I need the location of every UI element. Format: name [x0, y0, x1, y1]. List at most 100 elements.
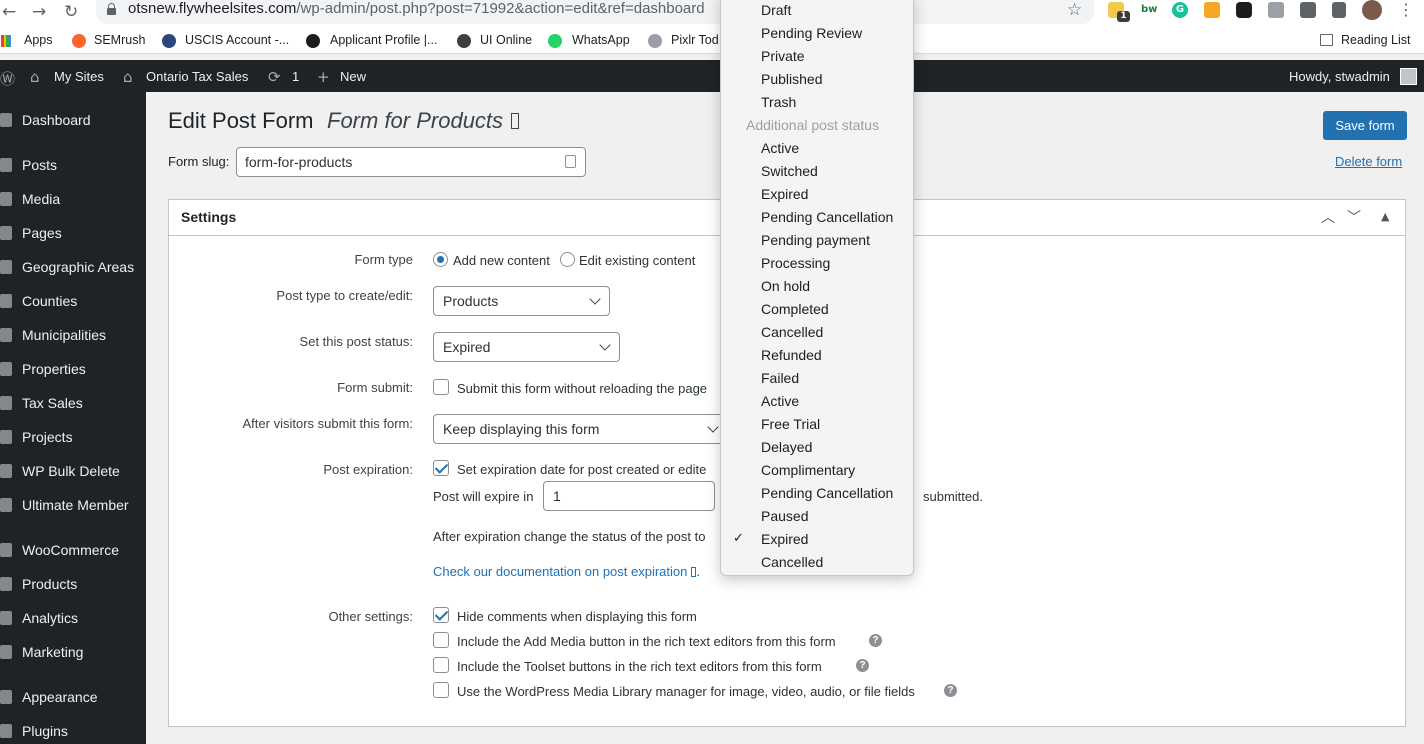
chrome-profile-avatar[interactable] — [1362, 0, 1382, 20]
delete-form-link[interactable]: Delete form — [1335, 154, 1402, 169]
reading-list-button[interactable]: Reading List — [1341, 33, 1411, 47]
dropdown-option-draft[interactable]: Draft — [761, 2, 791, 18]
post-type-select[interactable]: Products — [433, 286, 610, 316]
wordpress-logo-icon[interactable]: Ⓦ — [0, 68, 15, 89]
grammarly-icon[interactable]: G — [1172, 2, 1188, 18]
dropdown-option-pending-payment[interactable]: Pending payment — [761, 232, 870, 248]
site-name-link[interactable]: Ontario Tax Sales — [146, 69, 248, 84]
media-library-label[interactable]: Use the WordPress Media Library manager … — [457, 684, 915, 699]
dropdown-option-complimentary[interactable]: Complimentary — [761, 462, 855, 478]
add-media-button-label[interactable]: Include the Add Media button in the rich… — [457, 634, 836, 649]
password-manager-icon[interactable] — [565, 155, 576, 168]
sidebar-item-dashboard[interactable]: Dashboard — [0, 106, 146, 136]
move-down-icon[interactable]: ﹀ — [1347, 207, 1361, 227]
dropdown-option-switched[interactable]: Switched — [761, 163, 818, 179]
dropdown-option-cancelled-2[interactable]: Cancelled — [761, 554, 823, 570]
edit-existing-content-label[interactable]: Edit existing content — [579, 253, 695, 268]
plus-icon[interactable]: + — [317, 68, 330, 86]
dropdown-option-paused[interactable]: Paused — [761, 508, 808, 524]
sidebar-item-products[interactable]: Products — [0, 570, 146, 600]
add-new-content-label[interactable]: Add new content — [453, 253, 550, 268]
post-status-select[interactable]: Expired — [433, 332, 620, 362]
dropdown-option-processing[interactable]: Processing — [761, 255, 830, 271]
after-submit-select[interactable]: Keep displaying this form — [433, 414, 728, 444]
dropdown-option-cancelled[interactable]: Cancelled — [761, 324, 823, 340]
help-icon[interactable]: ? — [944, 684, 957, 697]
submit-without-reload-checkbox[interactable] — [433, 379, 449, 395]
my-sites-link[interactable]: My Sites — [54, 69, 104, 84]
user-avatar[interactable] — [1400, 68, 1417, 85]
dropdown-option-pending-review[interactable]: Pending Review — [761, 25, 862, 41]
dropdown-option-private[interactable]: Private — [761, 48, 805, 64]
extension-hex-icon[interactable] — [1236, 2, 1252, 18]
expire-amount-input[interactable] — [543, 481, 715, 511]
dropdown-option-on-hold[interactable]: On hold — [761, 278, 810, 294]
dropdown-option-pending-cancellation-2[interactable]: Pending Cancellation — [761, 485, 893, 501]
my-sites-icon[interactable]: ⌂ — [30, 68, 40, 86]
set-expiration-label[interactable]: Set expiration date for post created or … — [457, 462, 706, 477]
expiration-docs-link[interactable]: Check our documentation on post expirati… — [433, 564, 700, 579]
toolset-buttons-checkbox[interactable] — [433, 657, 449, 673]
bookmark-apps[interactable]: Apps — [24, 33, 53, 47]
edit-title-icon[interactable] — [511, 113, 519, 129]
save-form-button[interactable]: Save form — [1323, 111, 1407, 140]
collapse-toggle-icon[interactable]: ▲ — [1381, 210, 1389, 223]
bookmark-whatsapp[interactable]: WhatsApp — [572, 33, 630, 47]
sidebar-item-municipalities[interactable]: Municipalities — [0, 321, 146, 351]
sidebar-item-media[interactable]: Media — [0, 185, 146, 215]
submit-without-reload-label[interactable]: Submit this form without reloading the p… — [457, 381, 707, 396]
extension-bw-icon[interactable]: bw — [1141, 2, 1157, 18]
sidebar-item-marketing[interactable]: Marketing — [0, 638, 146, 668]
dropdown-option-active[interactable]: Active — [761, 140, 799, 156]
media-library-checkbox[interactable] — [433, 682, 449, 698]
dropdown-option-refunded[interactable]: Refunded — [761, 347, 822, 363]
dropdown-option-pending-cancellation[interactable]: Pending Cancellation — [761, 209, 893, 225]
updates-icon[interactable]: ⟳ — [268, 68, 281, 86]
sidebar-item-tax-sales[interactable]: Tax Sales — [0, 389, 146, 419]
sidebar-item-properties[interactable]: Properties — [0, 355, 146, 385]
back-arrow-icon[interactable]: ← — [2, 2, 16, 22]
sidebar-item-woocommerce[interactable]: WooCommerce — [0, 536, 146, 566]
add-new-content-radio[interactable] — [433, 252, 448, 267]
bookmark-uscis[interactable]: USCIS Account -... — [185, 33, 289, 47]
sidebar-item-appearance[interactable]: Appearance — [0, 683, 146, 713]
forward-arrow-icon[interactable]: → — [32, 2, 46, 22]
sidebar-item-geographic-areas[interactable]: Geographic Areas — [0, 253, 146, 283]
dropdown-option-expired-selected[interactable]: Expired — [761, 531, 808, 547]
updates-count[interactable]: 1 — [292, 69, 299, 84]
url-text[interactable]: otsnew.flywheelsites.com/wp-admin/post.p… — [128, 0, 705, 17]
home-icon[interactable]: ⌂ — [123, 68, 133, 86]
dropdown-option-active-2[interactable]: Active — [761, 393, 799, 409]
form-slug-input[interactable] — [236, 147, 586, 177]
reload-icon[interactable]: ↻ — [64, 2, 78, 22]
sidebar-item-ultimate-member[interactable]: Ultimate Member — [0, 491, 146, 521]
hide-comments-label[interactable]: Hide comments when displaying this form — [457, 609, 697, 624]
sidebar-item-projects[interactable]: Projects — [0, 423, 146, 453]
dropdown-option-delayed[interactable]: Delayed — [761, 439, 812, 455]
toolset-buttons-label[interactable]: Include the Toolset buttons in the rich … — [457, 659, 822, 674]
dropdown-option-completed[interactable]: Completed — [761, 301, 829, 317]
extension-honey-icon[interactable] — [1204, 2, 1220, 18]
new-content-link[interactable]: New — [340, 69, 366, 84]
hide-comments-checkbox[interactable] — [433, 607, 449, 623]
bookmark-star-icon[interactable]: ☆ — [1067, 0, 1082, 20]
howdy-user-link[interactable]: Howdy, stwadmin — [1289, 69, 1390, 84]
dropdown-option-published[interactable]: Published — [761, 71, 823, 87]
help-icon[interactable]: ? — [869, 634, 882, 647]
dropdown-option-free-trial[interactable]: Free Trial — [761, 416, 820, 432]
sidebar-item-plugins[interactable]: Plugins — [0, 717, 146, 744]
lock-icon[interactable] — [107, 3, 116, 15]
add-media-button-checkbox[interactable] — [433, 632, 449, 648]
move-up-icon[interactable]: ︿ — [1321, 207, 1335, 227]
dropdown-option-failed[interactable]: Failed — [761, 370, 799, 386]
extensions-puzzle-icon[interactable] — [1300, 2, 1316, 18]
bookmark-applicant-profile[interactable]: Applicant Profile |... — [330, 33, 437, 47]
camera-icon[interactable] — [1268, 2, 1284, 18]
sidebar-item-analytics[interactable]: Analytics — [0, 604, 146, 634]
help-icon[interactable]: ? — [856, 659, 869, 672]
dropdown-option-trash[interactable]: Trash — [761, 94, 796, 110]
sidebar-item-wp-bulk-delete[interactable]: WP Bulk Delete — [0, 457, 146, 487]
form-title[interactable]: Form for Products — [327, 108, 503, 134]
chrome-menu-icon[interactable]: ⋮ — [1398, 0, 1414, 19]
bookmark-pixlr[interactable]: Pixlr Tod — [671, 33, 719, 47]
